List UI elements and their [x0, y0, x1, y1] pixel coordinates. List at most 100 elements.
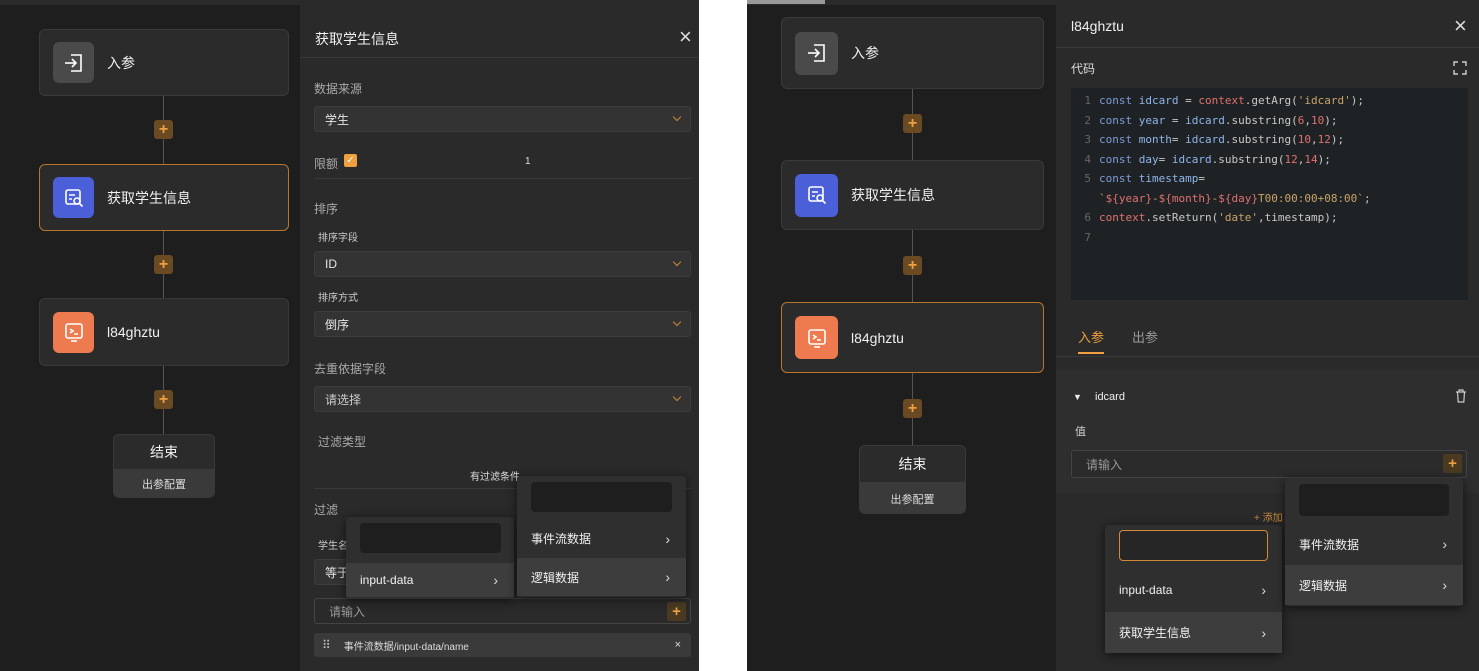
chevron-right-icon: ›: [1442, 577, 1447, 593]
chevron-down-icon: [672, 257, 682, 267]
panel-title: 获取学生信息: [315, 31, 399, 47]
submenu-search-input[interactable]: [360, 523, 501, 553]
filter-label: 过滤: [314, 503, 339, 517]
menu-search-input[interactable]: [1299, 484, 1449, 516]
flow-canvas: 入参 + 获取学生信息 + l84ghztu + 结束 出参配置: [747, 0, 1056, 671]
menu-item-input-data[interactable]: input-data ›: [346, 563, 514, 597]
sort-section-title: 排序: [314, 202, 339, 216]
terminal-icon: [53, 311, 94, 353]
chevron-right-icon: ›: [493, 572, 498, 588]
menu-search-input[interactable]: [531, 482, 672, 512]
end-node-title: 结束: [150, 444, 178, 460]
flow-node-input[interactable]: 入参: [39, 29, 289, 96]
variable-root-menu: 事件流数据 › 逻辑数据 ›: [517, 476, 686, 597]
chevron-right-icon: ›: [665, 569, 670, 585]
node-label: l84ghztu: [107, 324, 160, 340]
variable-root-menu: 事件流数据 › 逻辑数据 ›: [1285, 478, 1463, 606]
add-node-button[interactable]: +: [154, 390, 173, 409]
flow-canvas: 入参 + 获取学生信息 + l84ghztu + 结束 出参配置: [0, 0, 300, 671]
submenu-search-input[interactable]: [1119, 530, 1268, 561]
value-label: 值: [1075, 426, 1086, 438]
limit-checkbox[interactable]: ✓: [344, 154, 357, 167]
variable-submenu: input-data › 获取学生信息 ›: [1105, 525, 1282, 653]
variable-tag-text: 事件流数据/input-data/name: [343, 641, 469, 653]
limit-value[interactable]: 1: [525, 156, 531, 167]
dedup-select[interactable]: 请选择: [314, 386, 691, 412]
chevron-right-icon: ›: [665, 530, 670, 547]
sort-order-select[interactable]: 倒序: [314, 311, 691, 337]
variable-add-button[interactable]: +: [1443, 454, 1462, 473]
sort-field-label: 排序字段: [318, 233, 358, 244]
query-icon: [53, 177, 94, 218]
tab-output-params[interactable]: 出参: [1132, 327, 1158, 346]
code-line: const day= idcard.substring(12,14);: [1099, 152, 1331, 166]
param-name: idcard: [1095, 391, 1125, 403]
add-node-button[interactable]: +: [903, 114, 922, 133]
chevron-right-icon: ›: [1261, 582, 1266, 598]
data-source-select[interactable]: 学生: [314, 106, 691, 132]
code-line: `${year}-${month}-${day}T00:00:00+08:00`…: [1099, 191, 1371, 205]
add-node-button[interactable]: +: [903, 399, 922, 418]
value-input[interactable]: 请输入: [1071, 450, 1467, 478]
menu-item-input-data[interactable]: input-data ›: [1105, 570, 1282, 610]
flow-node-end[interactable]: 结束 出参配置: [113, 434, 215, 498]
chevron-down-icon: [672, 392, 682, 402]
end-node-title: 结束: [898, 456, 927, 472]
output-config-button[interactable]: 出参配置: [114, 469, 214, 497]
code-line: const year = idcard.substring(6,10);: [1099, 113, 1338, 127]
flow-node-script[interactable]: l84ghztu: [39, 298, 289, 366]
sort-field-select[interactable]: ID: [314, 251, 691, 277]
menu-item-event-data[interactable]: 事件流数据 ›: [517, 520, 686, 557]
menu-item-logic-data[interactable]: 逻辑数据 ›: [517, 558, 686, 596]
filter-type-value[interactable]: 有过滤条件: [470, 468, 520, 483]
add-param-link[interactable]: + 添加: [1254, 509, 1283, 524]
right-screenshot: 入参 + 获取学生信息 + l84ghztu + 结束 出参配置 l84ghzt…: [747, 0, 1479, 671]
filter-field-label: 学生名: [318, 541, 346, 552]
tab-input-params[interactable]: 入参: [1078, 327, 1104, 346]
query-icon: [795, 173, 838, 217]
code-line: context.setReturn('date',timestamp);: [1099, 211, 1338, 224]
code-label: 代码: [1071, 62, 1096, 76]
output-config-button[interactable]: 出参配置: [860, 482, 965, 513]
flow-node-query[interactable]: 获取学生信息: [781, 160, 1044, 230]
variable-tag[interactable]: ⠿ 事件流数据/input-data/name ×: [314, 633, 691, 657]
node-label: l84ghztu: [851, 329, 904, 346]
code-editor[interactable]: 1 const idcard = context.getArg('idcard')…: [1071, 88, 1468, 300]
fullscreen-icon[interactable]: [1453, 61, 1467, 75]
menu-item-event-data[interactable]: 事件流数据 ›: [1285, 524, 1463, 564]
flow-node-input[interactable]: 入参: [781, 17, 1044, 89]
panel-title: l84ghztu: [1071, 18, 1124, 34]
input-param-icon: [795, 31, 838, 75]
close-icon[interactable]: ×: [675, 639, 681, 651]
value-input[interactable]: 请输入: [314, 598, 691, 624]
trash-icon[interactable]: [1455, 389, 1467, 403]
filter-type-label: 过滤类型: [318, 435, 367, 449]
flow-node-query[interactable]: 获取学生信息: [39, 164, 289, 231]
chevron-right-icon: ›: [1442, 536, 1447, 552]
add-node-button[interactable]: +: [903, 256, 922, 275]
code-line: const idcard = context.getArg('idcard');: [1099, 94, 1364, 107]
menu-item-get-student-info[interactable]: 获取学生信息 ›: [1105, 612, 1282, 653]
menu-item-logic-data[interactable]: 逻辑数据 ›: [1285, 565, 1463, 605]
data-source-label: 数据来源: [314, 82, 363, 96]
code-line: const timestamp=: [1099, 172, 1205, 185]
drag-handle-icon[interactable]: ⠿: [322, 638, 331, 652]
sort-order-label: 排序方式: [318, 293, 358, 304]
close-icon[interactable]: ×: [679, 26, 692, 48]
flow-node-script[interactable]: l84ghztu: [781, 302, 1044, 373]
code-line: const month= idcard.substring(10,12);: [1099, 133, 1345, 146]
variable-submenu: input-data ›: [346, 517, 514, 599]
add-node-button[interactable]: +: [154, 120, 173, 139]
limit-label: 限额: [314, 157, 339, 171]
terminal-icon: [795, 316, 838, 359]
caret-down-icon[interactable]: ▼: [1073, 392, 1082, 402]
flow-node-end[interactable]: 结束 出参配置: [859, 445, 966, 514]
node-label: 入参: [851, 45, 879, 61]
close-icon[interactable]: ×: [1454, 15, 1467, 37]
variable-add-button[interactable]: +: [667, 602, 686, 621]
node-label: 获取学生信息: [107, 189, 191, 206]
chevron-down-icon: [672, 112, 682, 122]
add-node-button[interactable]: +: [154, 255, 173, 274]
dedup-label: 去重依据字段: [314, 362, 387, 376]
chevron-down-icon: [672, 317, 682, 327]
